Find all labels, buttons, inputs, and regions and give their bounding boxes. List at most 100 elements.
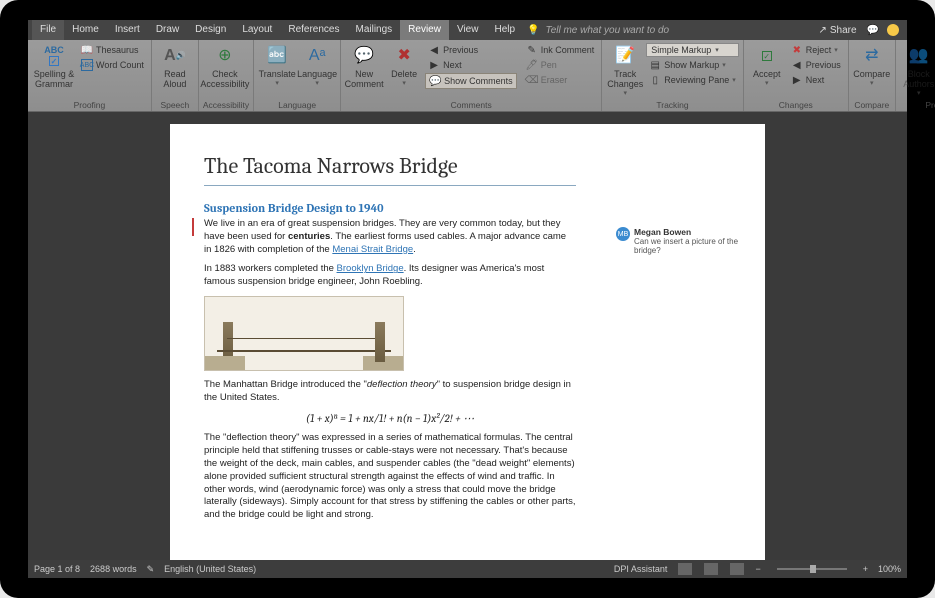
thesaurus-icon: 📖 bbox=[81, 44, 93, 56]
spelling-icon: ABC✓ bbox=[42, 44, 66, 68]
group-tracking: 📝 Track Changes▾ Simple Markup▾ ▤Show Ma… bbox=[602, 40, 744, 111]
comment-author: Megan Bowen bbox=[634, 227, 759, 237]
document-area: The Tacoma Narrows Bridge Suspension Bri… bbox=[28, 112, 907, 560]
reject-icon: ✖ bbox=[791, 44, 803, 56]
group-label-protect: Protect bbox=[900, 99, 935, 111]
wordcount-icon: ABC bbox=[81, 59, 93, 71]
pen-button[interactable]: 🖊Pen bbox=[523, 58, 598, 72]
block-authors-icon: 👥 bbox=[907, 44, 931, 68]
delete-comment-button[interactable]: ✖ Delete▾ bbox=[385, 42, 423, 90]
show-markup-icon: ▤ bbox=[649, 59, 661, 71]
group-accessibility: ⊕ Check Accessibility Accessibility bbox=[199, 40, 254, 111]
zoom-in-button[interactable]: + bbox=[863, 564, 868, 574]
paragraph-4: The "deflection theory" was expressed in… bbox=[204, 432, 576, 522]
ribbon: ABC✓ Spelling & Grammar 📖Thesaurus ABCWo… bbox=[28, 40, 907, 112]
tab-file[interactable]: File bbox=[32, 20, 64, 40]
group-label-changes: Changes bbox=[748, 99, 844, 111]
show-comments-button[interactable]: 💬Show Comments bbox=[425, 73, 517, 89]
tab-review[interactable]: Review bbox=[400, 20, 449, 40]
group-proofing: ABC✓ Spelling & Grammar 📖Thesaurus ABCWo… bbox=[28, 40, 152, 111]
show-markup-button[interactable]: ▤Show Markup ▾ bbox=[646, 58, 739, 72]
group-label-tracking: Tracking bbox=[606, 99, 739, 111]
smiley-icon[interactable] bbox=[887, 24, 899, 36]
show-comments-icon: 💬 bbox=[429, 75, 441, 87]
reviewing-pane-icon: ▯ bbox=[649, 74, 661, 86]
tab-draw[interactable]: Draw bbox=[148, 20, 187, 40]
zoom-level[interactable]: 100% bbox=[878, 564, 901, 574]
tab-help[interactable]: Help bbox=[486, 20, 523, 40]
previous-comment-button[interactable]: ◀Previous bbox=[425, 43, 517, 57]
share-button[interactable]: ↗Share bbox=[812, 25, 862, 36]
menu-bar: File Home Insert Draw Design Layout Refe… bbox=[28, 20, 907, 40]
view-web-layout[interactable] bbox=[730, 563, 744, 575]
eraser-icon: ⌫ bbox=[526, 74, 538, 86]
track-changes-button[interactable]: 📝 Track Changes▾ bbox=[606, 42, 644, 99]
group-language: 🔤 Translate▾ Aᵃ Language▾ Language bbox=[254, 40, 341, 111]
ink-comment-button[interactable]: ✎Ink Comment bbox=[523, 43, 598, 57]
tell-me-search[interactable]: Tell me what you want to do bbox=[546, 25, 670, 36]
prev-comment-icon: ◀ bbox=[428, 44, 440, 56]
paragraph-3: The Manhattan Bridge introduced the "def… bbox=[204, 379, 576, 405]
tab-mailings[interactable]: Mailings bbox=[347, 20, 400, 40]
tab-home[interactable]: Home bbox=[64, 20, 107, 40]
comment-text: Can we insert a picture of the bridge? bbox=[634, 237, 759, 255]
link-brooklyn[interactable]: Brooklyn Bridge bbox=[337, 263, 404, 274]
group-label-compare: Compare bbox=[853, 99, 891, 111]
ink-icon: ✎ bbox=[526, 44, 538, 56]
reject-button[interactable]: ✖Reject ▾ bbox=[788, 43, 844, 57]
equation: (1 + x)ⁿ = 1 + nx/1! + n(n − 1)x²/2! + ⋯ bbox=[204, 412, 576, 427]
view-read-mode[interactable] bbox=[678, 563, 692, 575]
pen-icon: 🖊 bbox=[526, 59, 538, 71]
status-words[interactable]: 2688 words bbox=[90, 564, 137, 574]
revision-mark bbox=[192, 218, 194, 236]
link-menai[interactable]: Menai Strait Bridge bbox=[332, 244, 413, 255]
reviewing-pane-button[interactable]: ▯Reviewing Pane ▾ bbox=[646, 73, 739, 87]
read-aloud-icon: A🔊 bbox=[163, 44, 187, 68]
tab-references[interactable]: References bbox=[280, 20, 347, 40]
status-language[interactable]: English (United States) bbox=[164, 564, 256, 574]
status-dpi[interactable]: DPI Assistant bbox=[614, 564, 668, 574]
paragraph-2: In 1883 workers completed the Brooklyn B… bbox=[204, 263, 576, 289]
eraser-button[interactable]: ⌫Eraser bbox=[523, 73, 598, 87]
compare-button[interactable]: ⇄ Compare▾ bbox=[853, 42, 891, 90]
accept-icon: ✓ bbox=[755, 44, 779, 68]
new-comment-button[interactable]: 💬 New Comment bbox=[345, 42, 383, 92]
document-page[interactable]: The Tacoma Narrows Bridge Suspension Bri… bbox=[170, 124, 610, 560]
language-button[interactable]: Aᵃ Language▾ bbox=[298, 42, 336, 90]
status-page[interactable]: Page 1 of 8 bbox=[34, 564, 80, 574]
next-comment-button[interactable]: ▶Next bbox=[425, 58, 517, 72]
spelling-grammar-button[interactable]: ABC✓ Spelling & Grammar bbox=[32, 42, 76, 92]
document-title: The Tacoma Narrows Bridge bbox=[204, 152, 576, 186]
block-authors-button[interactable]: 👥 Block Authors▾ bbox=[900, 42, 935, 99]
check-accessibility-button[interactable]: ⊕ Check Accessibility bbox=[203, 42, 247, 92]
tab-insert[interactable]: Insert bbox=[107, 20, 148, 40]
accessibility-icon: ⊕ bbox=[213, 44, 237, 68]
previous-change-button[interactable]: ◀Previous bbox=[788, 58, 844, 72]
read-aloud-button[interactable]: A🔊 Read Aloud bbox=[156, 42, 194, 92]
track-changes-icon: 📝 bbox=[613, 44, 637, 68]
tablet-frame: File Home Insert Draw Design Layout Refe… bbox=[0, 0, 935, 598]
zoom-slider[interactable] bbox=[777, 568, 847, 570]
group-protect: 👥 Block Authors▾ 🔒 Restrict Editing Prot… bbox=[896, 40, 935, 111]
zoom-out-button[interactable]: − bbox=[755, 564, 760, 574]
accept-button[interactable]: ✓ Accept▾ bbox=[748, 42, 786, 90]
feedback-icon[interactable]: 💬 bbox=[867, 25, 879, 36]
status-proofing-icon[interactable]: ✎ bbox=[147, 564, 155, 575]
tab-view[interactable]: View bbox=[449, 20, 487, 40]
markup-dropdown[interactable]: Simple Markup▾ bbox=[646, 43, 739, 57]
view-print-layout[interactable] bbox=[704, 563, 718, 575]
prev-change-icon: ◀ bbox=[791, 59, 803, 71]
next-change-button[interactable]: ▶Next bbox=[788, 73, 844, 87]
word-count-button[interactable]: ABCWord Count bbox=[78, 58, 147, 72]
language-icon: Aᵃ bbox=[305, 44, 329, 68]
comment-item[interactable]: MB Megan Bowen Can we insert a picture o… bbox=[610, 224, 765, 258]
tab-design[interactable]: Design bbox=[187, 20, 234, 40]
group-label-language: Language bbox=[258, 99, 336, 111]
next-comment-icon: ▶ bbox=[428, 59, 440, 71]
translate-button[interactable]: 🔤 Translate▾ bbox=[258, 42, 296, 90]
group-speech: A🔊 Read Aloud Speech bbox=[152, 40, 199, 111]
group-label-comments: Comments bbox=[345, 99, 597, 111]
new-comment-icon: 💬 bbox=[352, 44, 376, 68]
tab-layout[interactable]: Layout bbox=[234, 20, 280, 40]
thesaurus-button[interactable]: 📖Thesaurus bbox=[78, 43, 147, 57]
